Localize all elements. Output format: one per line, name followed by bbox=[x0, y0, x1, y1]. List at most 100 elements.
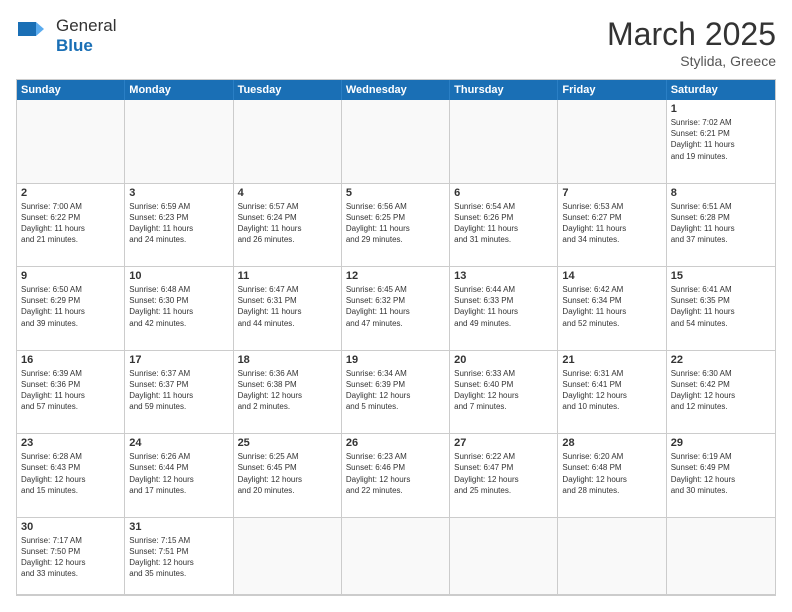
day-number: 27 bbox=[454, 437, 553, 449]
cell-daylight-info: Sunrise: 6:25 AM Sunset: 6:45 PM Dayligh… bbox=[238, 451, 337, 496]
cell-daylight-info: Sunrise: 6:53 AM Sunset: 6:27 PM Dayligh… bbox=[562, 201, 661, 246]
day-number: 20 bbox=[454, 354, 553, 366]
calendar-cell: 12 Sunrise: 6:45 AM Sunset: 6:32 PM Dayli… bbox=[342, 267, 450, 351]
day-number: 22 bbox=[671, 354, 771, 366]
day-number: 4 bbox=[238, 187, 337, 199]
calendar-cell: 24 Sunrise: 6:26 AM Sunset: 6:44 PM Dayli… bbox=[125, 434, 233, 518]
calendar-cell: 11 Sunrise: 6:47 AM Sunset: 6:31 PM Dayli… bbox=[234, 267, 342, 351]
calendar-cell: 15Sunrise: 6:41 AM Sunset: 6:35 PM Dayli… bbox=[667, 267, 775, 351]
cell-daylight-info: Sunrise: 6:19 AM Sunset: 6:49 PM Dayligh… bbox=[671, 451, 771, 496]
calendar-cell: 3Sunrise: 6:59 AM Sunset: 6:23 PM Daylig… bbox=[125, 184, 233, 268]
weekday-header-wednesday: Wednesday bbox=[342, 80, 450, 100]
cell-daylight-info: Sunrise: 6:26 AM Sunset: 6:44 PM Dayligh… bbox=[129, 451, 228, 496]
cell-daylight-info: Sunrise: 6:41 AM Sunset: 6:35 PM Dayligh… bbox=[671, 284, 771, 329]
calendar-cell: 25 Sunrise: 6:25 AM Sunset: 6:45 PM Dayli… bbox=[234, 434, 342, 518]
calendar-cell: 30 Sunrise: 7:17 AM Sunset: 7:50 PM Dayli… bbox=[17, 518, 125, 595]
calendar-cell bbox=[125, 100, 233, 184]
calendar-cell bbox=[234, 518, 342, 595]
calendar-cell bbox=[450, 518, 558, 595]
day-number: 5 bbox=[346, 187, 445, 199]
cell-daylight-info: Sunrise: 6:30 AM Sunset: 6:42 PM Dayligh… bbox=[671, 368, 771, 413]
calendar-cell bbox=[342, 518, 450, 595]
calendar-cell bbox=[17, 100, 125, 184]
page: GeneralBlue March 2025 Stylida, Greece S… bbox=[0, 0, 792, 612]
day-number: 9 bbox=[21, 270, 120, 282]
calendar-cell: 2 Sunrise: 7:00 AM Sunset: 6:22 PM Daylig… bbox=[17, 184, 125, 268]
day-number: 21 bbox=[562, 354, 661, 366]
cell-daylight-info: Sunrise: 6:37 AM Sunset: 6:37 PM Dayligh… bbox=[129, 368, 228, 413]
cell-daylight-info: Sunrise: 7:02 AM Sunset: 6:21 PM Dayligh… bbox=[671, 117, 771, 162]
cell-daylight-info: Sunrise: 7:17 AM Sunset: 7:50 PM Dayligh… bbox=[21, 535, 120, 580]
cell-daylight-info: Sunrise: 6:42 AM Sunset: 6:34 PM Dayligh… bbox=[562, 284, 661, 329]
cell-daylight-info: Sunrise: 6:50 AM Sunset: 6:29 PM Dayligh… bbox=[21, 284, 120, 329]
cell-daylight-info: Sunrise: 6:54 AM Sunset: 6:26 PM Dayligh… bbox=[454, 201, 553, 246]
calendar-cell: 23 Sunrise: 6:28 AM Sunset: 6:43 PM Dayli… bbox=[17, 434, 125, 518]
cell-daylight-info: Sunrise: 6:33 AM Sunset: 6:40 PM Dayligh… bbox=[454, 368, 553, 413]
cell-daylight-info: Sunrise: 6:20 AM Sunset: 6:48 PM Dayligh… bbox=[562, 451, 661, 496]
day-number: 6 bbox=[454, 187, 553, 199]
weekday-header-saturday: Saturday bbox=[667, 80, 775, 100]
cell-daylight-info: Sunrise: 6:51 AM Sunset: 6:28 PM Dayligh… bbox=[671, 201, 771, 246]
calendar-cell: 27Sunrise: 6:22 AM Sunset: 6:47 PM Dayli… bbox=[450, 434, 558, 518]
calendar-cell: 9 Sunrise: 6:50 AM Sunset: 6:29 PM Daylig… bbox=[17, 267, 125, 351]
cell-daylight-info: Sunrise: 7:15 AM Sunset: 7:51 PM Dayligh… bbox=[129, 535, 228, 580]
month-year-title: March 2025 bbox=[607, 16, 776, 53]
calendar-cell bbox=[450, 100, 558, 184]
day-number: 7 bbox=[562, 187, 661, 199]
day-number: 24 bbox=[129, 437, 228, 449]
location-subtitle: Stylida, Greece bbox=[607, 53, 776, 69]
calendar-cell: 1 Sunrise: 7:02 AM Sunset: 6:21 PM Daylig… bbox=[667, 100, 775, 184]
generalblue-icon bbox=[16, 18, 52, 54]
calendar-cell: 18Sunrise: 6:36 AM Sunset: 6:38 PM Dayli… bbox=[234, 351, 342, 435]
day-number: 13 bbox=[454, 270, 553, 282]
cell-daylight-info: Sunrise: 7:00 AM Sunset: 6:22 PM Dayligh… bbox=[21, 201, 120, 246]
day-number: 29 bbox=[671, 437, 771, 449]
cell-daylight-info: Sunrise: 6:59 AM Sunset: 6:23 PM Dayligh… bbox=[129, 201, 228, 246]
calendar-cell: 7 Sunrise: 6:53 AM Sunset: 6:27 PM Daylig… bbox=[558, 184, 666, 268]
logo-text: GeneralBlue bbox=[56, 16, 116, 56]
calendar: SundayMondayTuesdayWednesdayThursdayFrid… bbox=[16, 79, 776, 596]
day-number: 10 bbox=[129, 270, 228, 282]
cell-daylight-info: Sunrise: 6:48 AM Sunset: 6:30 PM Dayligh… bbox=[129, 284, 228, 329]
cell-daylight-info: Sunrise: 6:28 AM Sunset: 6:43 PM Dayligh… bbox=[21, 451, 120, 496]
calendar-cell: 21Sunrise: 6:31 AM Sunset: 6:41 PM Dayli… bbox=[558, 351, 666, 435]
calendar-cell bbox=[234, 100, 342, 184]
day-number: 31 bbox=[129, 521, 228, 533]
day-number: 17 bbox=[129, 354, 228, 366]
weekday-header-sunday: Sunday bbox=[17, 80, 125, 100]
day-number: 12 bbox=[346, 270, 445, 282]
day-number: 19 bbox=[346, 354, 445, 366]
day-number: 16 bbox=[21, 354, 120, 366]
calendar-cell: 31 Sunrise: 7:15 AM Sunset: 7:51 PM Dayli… bbox=[125, 518, 233, 595]
day-number: 25 bbox=[238, 437, 337, 449]
cell-daylight-info: Sunrise: 6:36 AM Sunset: 6:38 PM Dayligh… bbox=[238, 368, 337, 413]
calendar-cell: 5 Sunrise: 6:56 AM Sunset: 6:25 PM Daylig… bbox=[342, 184, 450, 268]
cell-daylight-info: Sunrise: 6:56 AM Sunset: 6:25 PM Dayligh… bbox=[346, 201, 445, 246]
calendar-cell bbox=[558, 100, 666, 184]
day-number: 28 bbox=[562, 437, 661, 449]
calendar-cell: 4Sunrise: 6:57 AM Sunset: 6:24 PM Daylig… bbox=[234, 184, 342, 268]
cell-daylight-info: Sunrise: 6:47 AM Sunset: 6:31 PM Dayligh… bbox=[238, 284, 337, 329]
calendar-cell: 29 Sunrise: 6:19 AM Sunset: 6:49 PM Dayli… bbox=[667, 434, 775, 518]
day-number: 2 bbox=[21, 187, 120, 199]
day-number: 11 bbox=[238, 270, 337, 282]
calendar-cell: 6 Sunrise: 6:54 AM Sunset: 6:26 PM Daylig… bbox=[450, 184, 558, 268]
day-number: 23 bbox=[21, 437, 120, 449]
cell-daylight-info: Sunrise: 6:45 AM Sunset: 6:32 PM Dayligh… bbox=[346, 284, 445, 329]
weekday-header-friday: Friday bbox=[558, 80, 666, 100]
weekday-header-monday: Monday bbox=[125, 80, 233, 100]
day-number: 8 bbox=[671, 187, 771, 199]
calendar-cell: 22 Sunrise: 6:30 AM Sunset: 6:42 PM Dayli… bbox=[667, 351, 775, 435]
calendar-cell: 16Sunrise: 6:39 AM Sunset: 6:36 PM Dayli… bbox=[17, 351, 125, 435]
calendar-header: SundayMondayTuesdayWednesdayThursdayFrid… bbox=[17, 80, 775, 100]
calendar-cell: 19Sunrise: 6:34 AM Sunset: 6:39 PM Dayli… bbox=[342, 351, 450, 435]
logo: GeneralBlue bbox=[16, 16, 116, 56]
cell-daylight-info: Sunrise: 6:44 AM Sunset: 6:33 PM Dayligh… bbox=[454, 284, 553, 329]
calendar-cell bbox=[558, 518, 666, 595]
day-number: 1 bbox=[671, 103, 771, 115]
calendar-cell: 8 Sunrise: 6:51 AM Sunset: 6:28 PM Daylig… bbox=[667, 184, 775, 268]
calendar-cell: 13 Sunrise: 6:44 AM Sunset: 6:33 PM Dayli… bbox=[450, 267, 558, 351]
calendar-cell bbox=[342, 100, 450, 184]
cell-daylight-info: Sunrise: 6:23 AM Sunset: 6:46 PM Dayligh… bbox=[346, 451, 445, 496]
day-number: 30 bbox=[21, 521, 120, 533]
